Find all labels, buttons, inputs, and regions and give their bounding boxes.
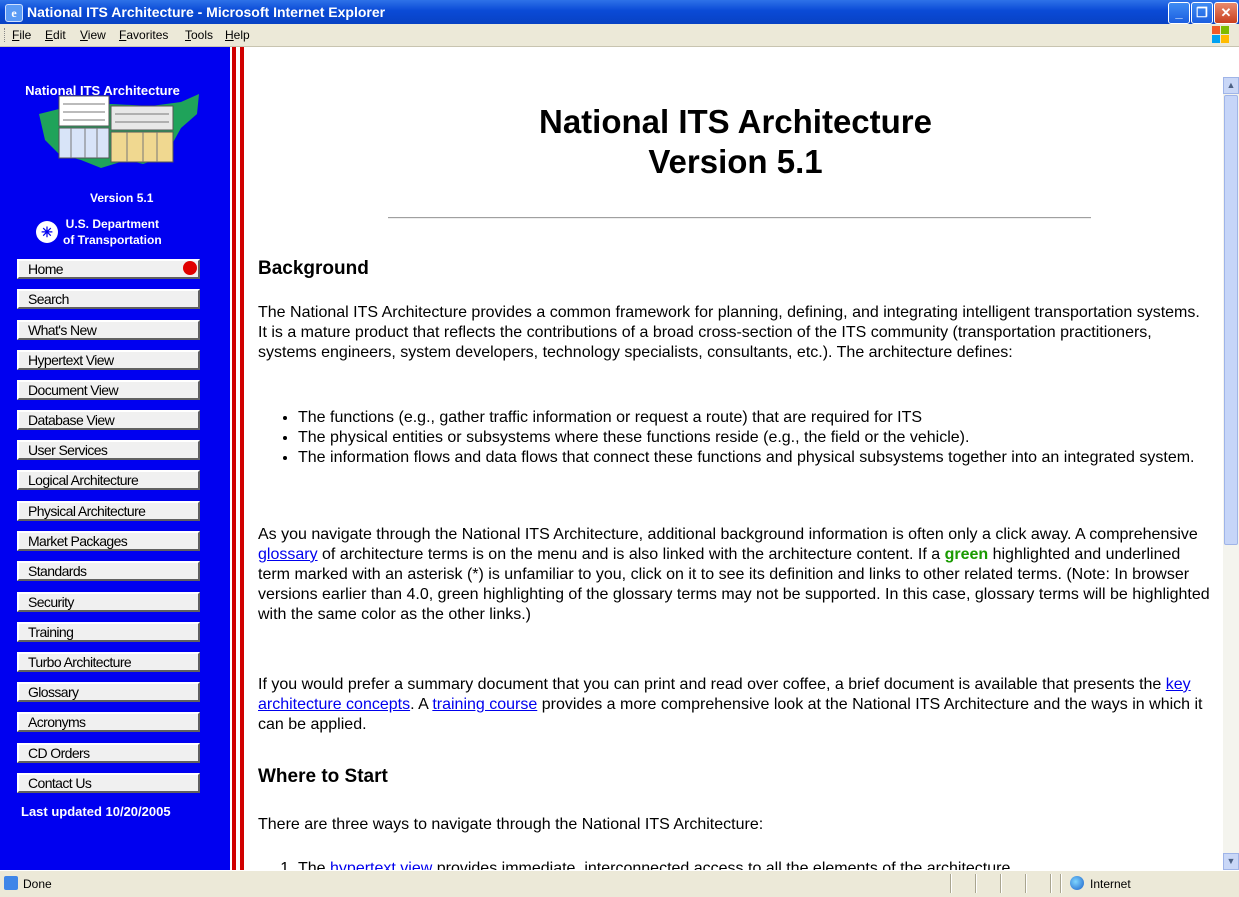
page-title-line1: National ITS Architecture	[538, 103, 933, 140]
glossary-link[interactable]: glossary	[258, 546, 318, 563]
summary-paragraph: If you would prefer a summary document t…	[258, 675, 1210, 735]
status-text: Done	[23, 877, 52, 891]
last-updated-date: Last updated 10/20/2005	[21, 804, 171, 819]
nav-contact-us[interactable]: Contact Us	[17, 773, 200, 793]
list-item: The physical entities or subsystems wher…	[298, 428, 1223, 448]
ie-logo-icon: e	[5, 4, 23, 22]
vertical-scrollbar[interactable]: ▲ ▼	[1223, 77, 1239, 870]
menu-file[interactable]: File	[12, 28, 31, 42]
horizontal-rule	[388, 217, 1091, 219]
us-map-logo	[39, 94, 199, 168]
text-span: . A	[410, 696, 433, 713]
text-span: provides immediate, interconnected acces…	[432, 860, 1015, 870]
status-separator	[1000, 874, 1002, 893]
nav-home[interactable]: Home	[17, 259, 200, 279]
menu-view[interactable]: View	[80, 28, 106, 42]
nav-logical-architecture[interactable]: Logical Architecture	[17, 470, 200, 490]
nav-market-packages[interactable]: Market Packages	[17, 531, 200, 551]
dot-seal-icon: ✳	[36, 221, 58, 243]
list-item: The functions (e.g., gather traffic info…	[298, 408, 1223, 428]
nav-acronyms[interactable]: Acronyms	[17, 712, 200, 732]
window-title-bar: e National ITS Architecture - Microsoft …	[0, 0, 1239, 24]
training-course-link[interactable]: training course	[432, 696, 537, 713]
list-item: The information flows and data flows tha…	[298, 448, 1223, 468]
page-title-line2: Version 5.1	[648, 143, 823, 180]
glossary-paragraph: As you navigate through the National ITS…	[258, 525, 1210, 625]
nav-document-view[interactable]: Document View	[17, 380, 200, 400]
status-bar: Done Internet	[0, 870, 1239, 897]
nav-database-view[interactable]: Database View	[17, 410, 200, 430]
security-zone-label: Internet	[1090, 877, 1131, 891]
toolbar-grip[interactable]	[4, 28, 7, 42]
hypertext-view-link[interactable]: hypertext view	[330, 860, 432, 870]
nav-version: Version 5.1	[90, 191, 154, 205]
status-separator	[950, 874, 952, 893]
minimize-button[interactable]: _	[1168, 2, 1190, 24]
dot-line2: of Transportation	[63, 233, 162, 247]
internet-zone-icon	[1070, 876, 1084, 890]
current-page-indicator-icon	[183, 261, 197, 275]
menu-edit[interactable]: Edit	[45, 28, 66, 42]
close-button[interactable]: ✕	[1214, 2, 1238, 24]
architecture-definitions-list: The functions (e.g., gather traffic info…	[278, 408, 1223, 468]
nav-search[interactable]: Search	[17, 289, 200, 309]
nav-cd-orders[interactable]: CD Orders	[17, 743, 200, 763]
nav-standards[interactable]: Standards	[17, 561, 200, 581]
main-content: National ITS Architecture Version 5.1 Ba…	[248, 47, 1223, 870]
menu-bar: File Edit View Favorites Tools Help	[0, 24, 1239, 47]
scroll-thumb[interactable]	[1224, 95, 1238, 545]
nav-glossary[interactable]: Glossary	[17, 682, 200, 702]
text-span: As you navigate through the National ITS…	[258, 526, 1198, 543]
nav-turbo-architecture[interactable]: Turbo Architecture	[17, 652, 200, 672]
where-to-start-heading: Where to Start	[258, 766, 388, 787]
text-span: of architecture terms is on the menu and…	[317, 546, 945, 563]
nav-security[interactable]: Security	[17, 592, 200, 612]
nav-physical-architecture[interactable]: Physical Architecture	[17, 501, 200, 521]
background-paragraph: The National ITS Architecture provides a…	[258, 304, 1200, 361]
menu-tools[interactable]: Tools	[185, 28, 213, 42]
status-separator	[1025, 874, 1027, 893]
list-item: The hypertext view provides immediate, i…	[298, 859, 1223, 870]
page-title: National ITS Architecture Version 5.1	[248, 102, 1223, 182]
navigation-steps-list: The hypertext view provides immediate, i…	[278, 859, 1223, 870]
divider-stripe-left	[232, 47, 236, 870]
menu-favorites[interactable]: Favorites	[119, 28, 168, 42]
background-heading: Background	[258, 258, 369, 279]
page-done-icon	[4, 876, 18, 890]
navigation-intro: There are three ways to navigate through…	[258, 816, 764, 833]
window-title: National ITS Architecture - Microsoft In…	[27, 4, 386, 20]
text-span: The	[298, 860, 331, 870]
scroll-down-arrow-icon[interactable]: ▼	[1223, 853, 1239, 870]
nav-hypertext-view[interactable]: Hypertext View	[17, 350, 200, 370]
status-separator	[975, 874, 977, 893]
nav-whats-new[interactable]: What's New	[17, 320, 200, 340]
dot-line1: U.S. Department	[65, 217, 160, 231]
text-span: If you would prefer a summary document t…	[258, 676, 1166, 693]
green-highlight-word: green	[944, 546, 989, 563]
nav-training[interactable]: Training	[17, 622, 200, 642]
nav-user-services[interactable]: User Services	[17, 440, 200, 460]
restore-button[interactable]: ❐	[1191, 2, 1213, 24]
dot-label: U.S. Department of Transportation	[63, 216, 162, 248]
status-separator	[1050, 874, 1052, 893]
divider-stripe-right	[240, 47, 244, 870]
status-separator	[1060, 874, 1062, 893]
windows-logo-icon	[1212, 26, 1230, 44]
menu-help[interactable]: Help	[225, 28, 250, 42]
scroll-up-arrow-icon[interactable]: ▲	[1223, 77, 1239, 94]
